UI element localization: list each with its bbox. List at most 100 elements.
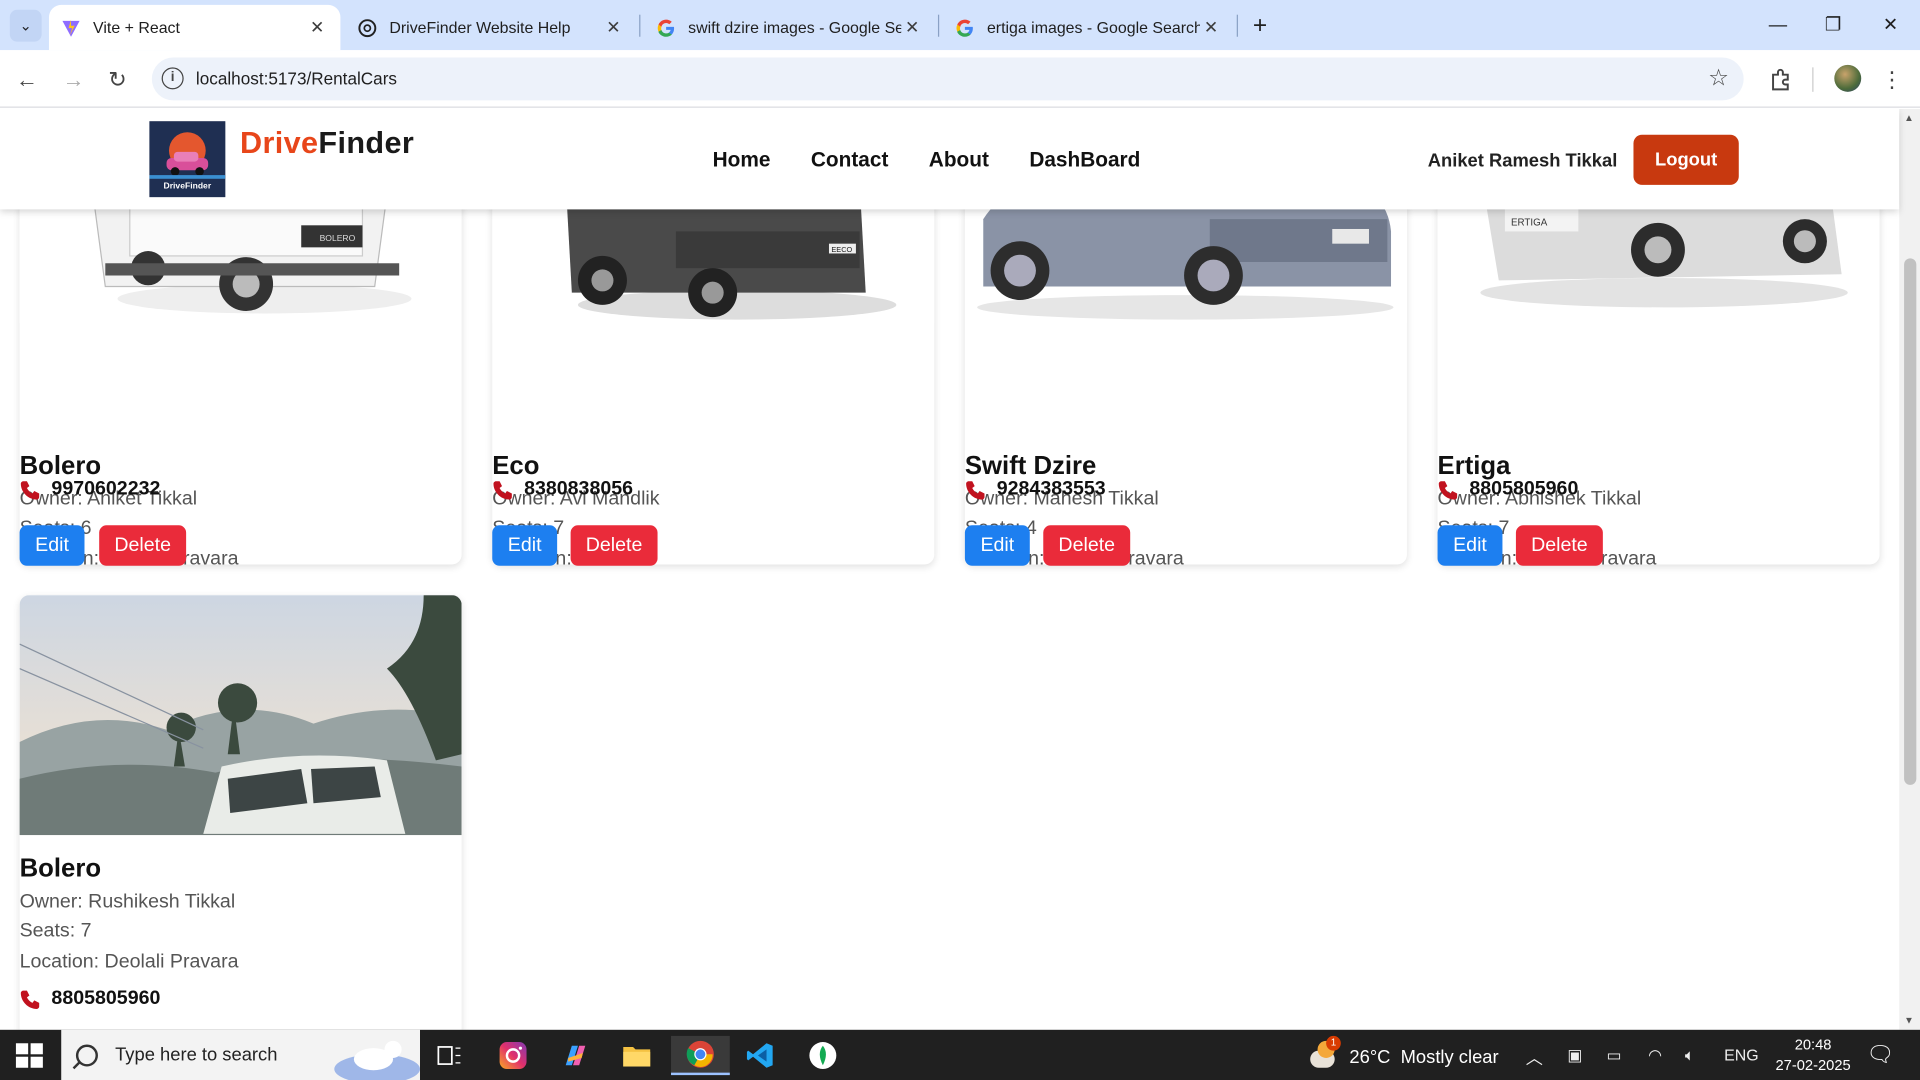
scrollbar-thumb[interactable] bbox=[1904, 258, 1917, 785]
phone-icon bbox=[1438, 481, 1458, 500]
car-phone[interactable]: 9970602232 bbox=[51, 479, 160, 501]
car-image bbox=[19, 595, 462, 836]
close-window-icon[interactable]: ✕ bbox=[1866, 7, 1915, 41]
car-name: Ertiga bbox=[1437, 451, 1511, 481]
car-phone[interactable]: 8380838056 bbox=[524, 479, 633, 501]
screen: ⌄ Vite + React ✕ DriveFinder Website Hel… bbox=[0, 0, 1920, 1080]
car-phone[interactable]: 8805805960 bbox=[1469, 479, 1578, 501]
brand-drive: Drive bbox=[240, 126, 319, 161]
weather-text: 26°C Mostly clear bbox=[1349, 1046, 1499, 1068]
instagram-icon[interactable] bbox=[487, 1036, 538, 1075]
close-tab-icon[interactable]: ✕ bbox=[306, 17, 328, 38]
tab-title: Vite + React bbox=[93, 18, 180, 37]
google-icon bbox=[657, 18, 675, 37]
edit-button[interactable]: Edit bbox=[1437, 525, 1503, 566]
car-phone-row: 8805805960 bbox=[20, 988, 160, 1010]
car-name: Swift Dzire bbox=[964, 451, 1097, 481]
scroll-up-icon[interactable]: ▲ bbox=[1904, 113, 1914, 124]
tab-vite-react[interactable]: Vite + React ✕ bbox=[48, 4, 341, 51]
nav-about[interactable]: About bbox=[929, 148, 989, 172]
nav-dashboard[interactable]: DashBoard bbox=[1029, 148, 1140, 172]
chrome-menu-icon[interactable]: ⋮ bbox=[1876, 64, 1908, 96]
car-phone-row: 9284383553 bbox=[965, 479, 1106, 501]
nav-contact[interactable]: Contact bbox=[811, 148, 888, 172]
delete-button[interactable]: Delete bbox=[99, 525, 187, 566]
close-tab-icon[interactable]: ✕ bbox=[602, 17, 624, 38]
volume-icon[interactable]: 🔈︎ bbox=[1685, 1046, 1695, 1066]
weather-badge: 1 bbox=[1326, 1035, 1341, 1051]
restore-icon[interactable]: ❐ bbox=[1809, 7, 1858, 41]
svg-text:EECO: EECO bbox=[831, 245, 852, 254]
clock-date: 27-02-2025 bbox=[1775, 1056, 1851, 1074]
delete-button[interactable]: Delete bbox=[570, 525, 658, 566]
edit-button[interactable]: Edit bbox=[964, 525, 1030, 566]
car-location: Location: Deolali Pravara bbox=[19, 951, 239, 973]
new-tab-icon[interactable]: + bbox=[1244, 10, 1276, 42]
car-phone[interactable]: 8805805960 bbox=[51, 988, 160, 1010]
chrome-icon[interactable] bbox=[671, 1035, 730, 1076]
copilot-icon[interactable] bbox=[550, 1036, 601, 1075]
nav-home[interactable]: Home bbox=[713, 148, 771, 172]
wifi-icon[interactable]: ◠ bbox=[1648, 1046, 1662, 1066]
car-phone-row: 8805805960 bbox=[1438, 479, 1578, 501]
meet-now-icon[interactable]: ▣ bbox=[1567, 1046, 1582, 1066]
page-scrollbar[interactable]: ▲ ▼ bbox=[1899, 108, 1920, 1030]
tab-title: DriveFinder Website Help bbox=[389, 18, 571, 37]
search-highlight-image bbox=[334, 1040, 420, 1080]
google-icon bbox=[956, 18, 973, 37]
file-explorer-icon[interactable] bbox=[611, 1036, 662, 1075]
task-view-icon[interactable] bbox=[424, 1036, 475, 1075]
delete-button[interactable]: Delete bbox=[1515, 525, 1603, 566]
bookmark-star-icon[interactable]: ☆ bbox=[1708, 65, 1729, 93]
address-bar[interactable]: i localhost:5173/RentalCars ☆ bbox=[151, 57, 1744, 101]
delete-button[interactable]: Delete bbox=[1043, 525, 1131, 566]
close-tab-icon[interactable]: ✕ bbox=[901, 17, 923, 38]
logo-caption: DriveFinder bbox=[163, 182, 212, 192]
car-name: Eco bbox=[492, 451, 540, 481]
system-clock[interactable]: 20:48 27-02-2025 bbox=[1776, 1035, 1851, 1077]
show-hidden-icons-icon[interactable]: ︿ bbox=[1526, 1046, 1543, 1070]
svg-text:ERTIGA: ERTIGA bbox=[1511, 217, 1548, 228]
taskbar-search-box[interactable]: Type here to search bbox=[61, 1029, 421, 1080]
site-info-icon[interactable]: i bbox=[161, 67, 184, 90]
forward-arrow-icon[interactable]: → bbox=[56, 62, 90, 96]
edit-button[interactable]: Edit bbox=[19, 525, 85, 566]
mongodb-compass-icon[interactable] bbox=[797, 1036, 848, 1075]
browser-toolbar: ← → ↻ i localhost:5173/RentalCars ☆ ⋮ bbox=[0, 50, 1920, 108]
tab-ertiga-search[interactable]: ertiga images - Google Search ✕ bbox=[943, 5, 1234, 50]
browser-tabstrip: ⌄ Vite + React ✕ DriveFinder Website Hel… bbox=[0, 0, 1920, 51]
tab-divider bbox=[937, 14, 940, 37]
logout-button[interactable]: Logout bbox=[1633, 134, 1739, 185]
car-seats: Seats: 7 bbox=[19, 920, 92, 942]
vscode-icon[interactable] bbox=[735, 1036, 786, 1075]
tab-divider bbox=[639, 14, 641, 37]
language-indicator[interactable]: ENG bbox=[1724, 1046, 1758, 1064]
car-name: Bolero bbox=[19, 451, 102, 481]
extensions-icon[interactable] bbox=[1764, 64, 1796, 96]
windows-start-icon[interactable] bbox=[12, 1041, 46, 1070]
svg-text:BOLERO: BOLERO bbox=[320, 233, 356, 243]
taskbar-search-placeholder: Type here to search bbox=[115, 1044, 278, 1066]
minimize-icon[interactable]: — bbox=[1753, 7, 1802, 41]
profile-avatar-icon[interactable] bbox=[1834, 64, 1862, 92]
tab-drivefinder-help[interactable]: DriveFinder Website Help ✕ bbox=[345, 5, 636, 50]
tab-search-dropdown-icon[interactable]: ⌄ bbox=[9, 9, 42, 42]
tab-title: swift dzire images - Google Sea bbox=[688, 18, 902, 37]
edit-button[interactable]: Edit bbox=[492, 525, 558, 566]
tab-swift-dzire-search[interactable]: swift dzire images - Google Sea ✕ bbox=[644, 5, 935, 50]
notifications-icon[interactable]: 🗨︎ bbox=[1866, 1042, 1894, 1068]
brand-name[interactable]: DriveFinder bbox=[240, 126, 414, 162]
drivefinder-logo[interactable]: DriveFinder bbox=[149, 121, 226, 198]
url-text[interactable]: localhost:5173/RentalCars bbox=[196, 69, 397, 89]
search-icon bbox=[75, 1043, 98, 1066]
battery-icon[interactable]: ▭ bbox=[1607, 1046, 1622, 1066]
car-phone[interactable]: 9284383553 bbox=[997, 479, 1106, 501]
phone-icon bbox=[20, 990, 40, 1009]
scroll-down-icon[interactable]: ▼ bbox=[1904, 1015, 1914, 1026]
close-tab-icon[interactable]: ✕ bbox=[1200, 17, 1222, 38]
weather-widget[interactable]: 1 26°C Mostly clear bbox=[1308, 1035, 1499, 1070]
reload-icon[interactable]: ↻ bbox=[100, 62, 134, 96]
windows-taskbar: Type here to search 1 26°C Mostly clear … bbox=[0, 1029, 1920, 1080]
back-arrow-icon[interactable]: ← bbox=[10, 62, 44, 96]
car-owner: Owner: Rushikesh Tikkal bbox=[19, 891, 236, 913]
